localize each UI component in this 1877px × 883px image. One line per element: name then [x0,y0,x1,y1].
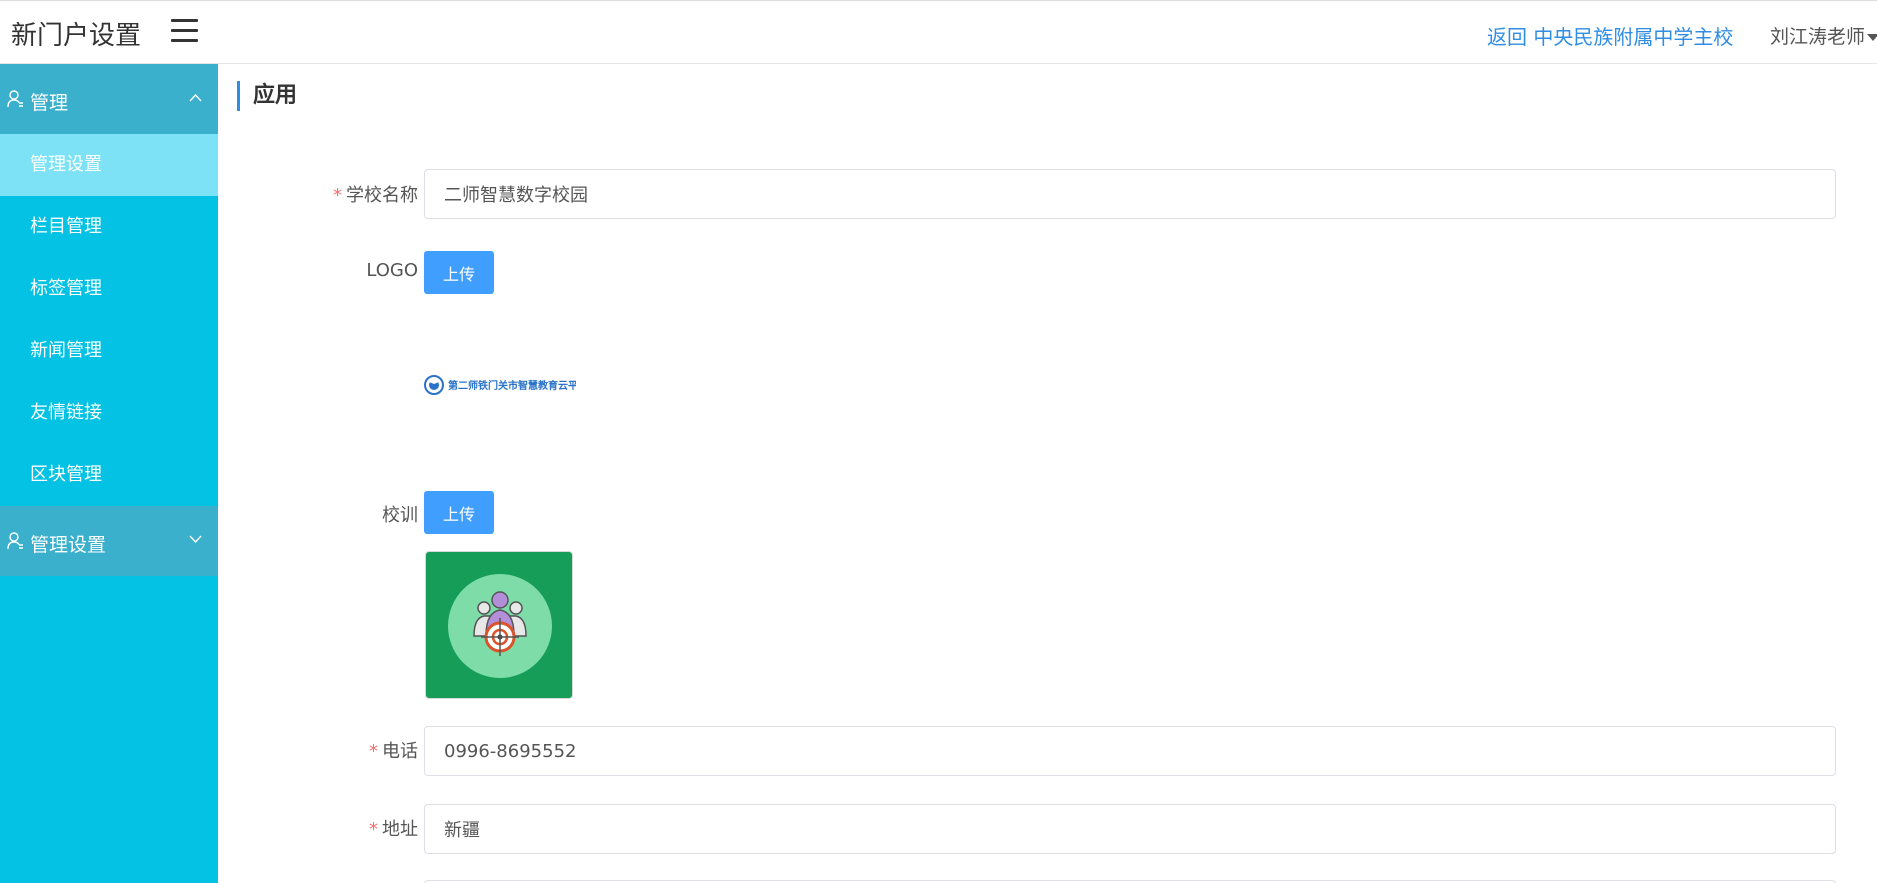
sidebar-item-tags[interactable]: 标签管理 [0,258,218,320]
top-header: 新门户设置 返回 中央民族附属中学主校 刘江涛老师 [0,0,1877,64]
required-mark: * [369,819,378,840]
sidebar-item-links[interactable]: 友情链接 [0,382,218,444]
logo-upload-button[interactable]: 上传 [424,251,494,294]
back-to-school-link[interactable]: 返回 中央民族附属中学主校 [1487,21,1733,50]
user-menu[interactable]: 刘江涛老师 [1770,22,1877,49]
required-mark: * [333,185,342,206]
user-icon [7,532,23,550]
sidebar: 管理 管理设置 栏目管理 标签管理 新闻管理 友情链接 区块管理 管理设置 [0,64,218,883]
sidebar-item-columns[interactable]: 栏目管理 [0,196,218,258]
address-input[interactable] [424,804,1836,854]
sidebar-group-settings[interactable]: 管理设置 [0,506,218,576]
chevron-down-icon [189,535,202,544]
logo-preview-image: 第二师铁门关市智慧教育云平台 [424,375,576,395]
app-title: 新门户设置 [11,21,142,51]
motto-upload-button[interactable]: 上传 [424,491,494,534]
motto-preview-image [425,551,573,699]
hamburger-icon[interactable] [171,19,198,43]
caret-down-icon [1867,34,1877,41]
chevron-up-icon [189,93,202,102]
sidebar-group-manage[interactable]: 管理 [0,64,218,134]
section-title: 应用 [237,81,297,111]
address-label: * 地址 [218,815,418,841]
sidebar-item-admin-settings[interactable]: 管理设置 [0,134,218,196]
sidebar-item-news[interactable]: 新闻管理 [0,320,218,382]
school-name-label: * 学校名称 [218,181,418,207]
school-name-label-text: 学校名称 [346,185,418,206]
school-name-input[interactable] [424,169,1836,219]
user-icon [7,90,23,108]
sidebar-group-label: 管理设置 [30,534,107,556]
motto-label: 校训 [382,505,418,526]
logo-label: LOGO [366,260,418,281]
address-label-text: 地址 [382,819,418,840]
sidebar-group-label: 管理 [30,92,69,114]
phone-label: * 电话 [218,737,418,763]
user-name: 刘江涛老师 [1770,26,1866,48]
required-mark: * [369,741,378,762]
phone-input[interactable] [424,726,1836,776]
sidebar-item-blocks[interactable]: 区块管理 [0,444,218,506]
main-content: 应用 *学校名称 LOGO 上传 第二师铁门关市智慧教育云平台 校训 上传 [218,64,1877,883]
phone-label-text: 电话 [382,741,418,762]
logo-preview-text: 第二师铁门关市智慧教育云平台 [448,379,576,392]
